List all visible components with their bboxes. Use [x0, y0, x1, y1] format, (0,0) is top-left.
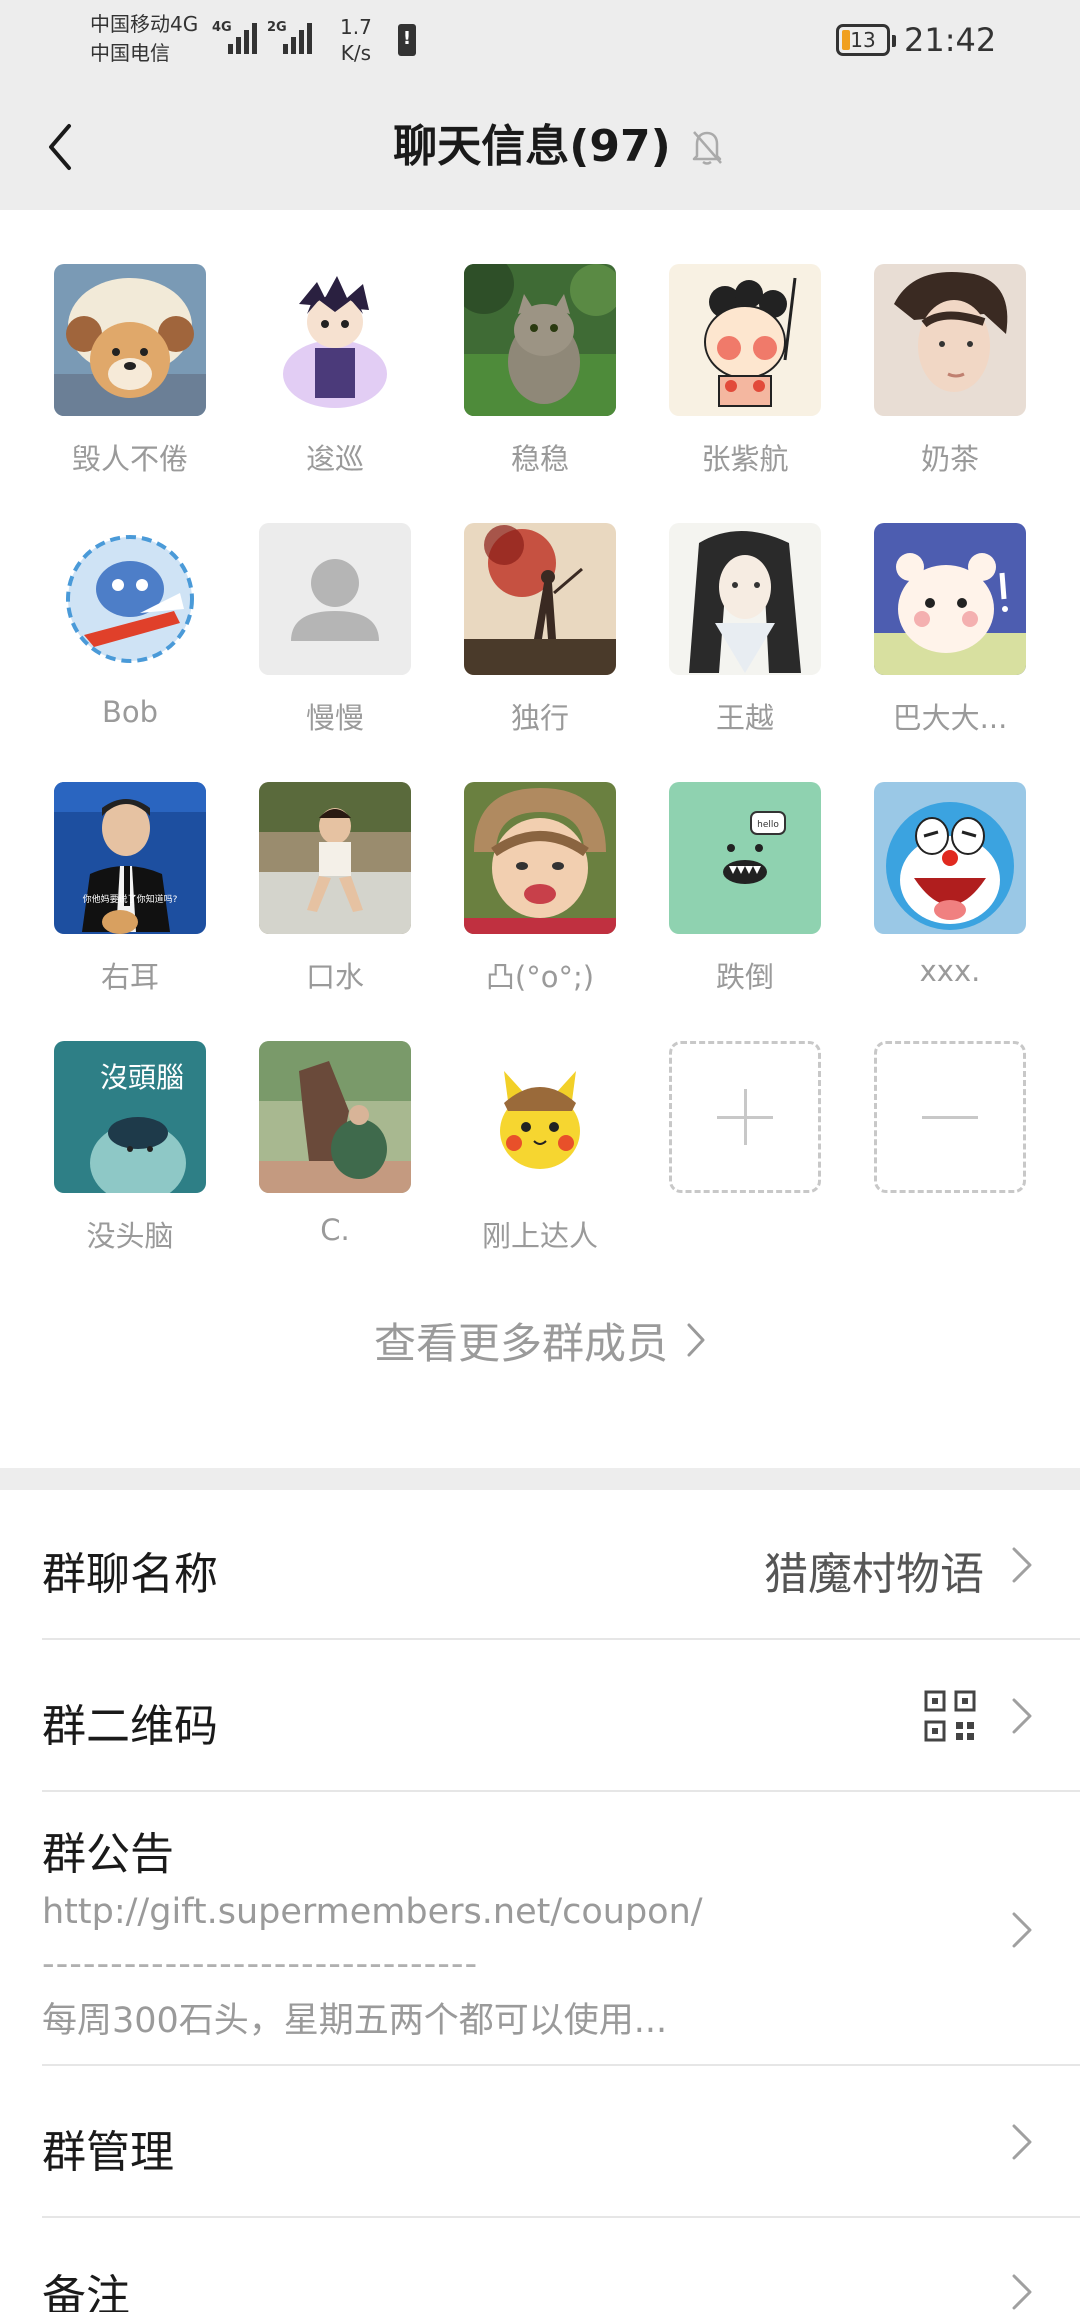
chevron-right-icon	[1012, 2124, 1032, 2160]
member-item[interactable]: 凸(°o°;)	[444, 782, 616, 1002]
avatar	[259, 782, 411, 934]
avatar: 沒頭腦	[54, 1041, 206, 1193]
avatar	[464, 782, 616, 934]
group-manage-label: 群管理	[42, 2127, 174, 2178]
member-name: C.	[320, 1213, 350, 1247]
member-name: 奶茶	[920, 442, 979, 476]
member-name: xxx.	[919, 954, 981, 988]
avatar	[874, 782, 1026, 934]
section-gap	[0, 1468, 1080, 1490]
signal-icons: 4G 2G	[212, 18, 312, 54]
avatar: 你他妈要说了你知道吗?	[54, 782, 206, 934]
member-item[interactable]: 逡巡	[239, 264, 411, 484]
remark-row[interactable]: 备注	[0, 2218, 1080, 2312]
battery-icon: 13	[836, 24, 896, 56]
member-name: 独行	[510, 701, 569, 735]
member-item[interactable]: 巴大大...	[854, 523, 1026, 743]
remark-label: 备注	[42, 2271, 130, 2312]
chevron-right-icon	[687, 1323, 705, 1357]
avatar	[54, 523, 206, 675]
group-name-row[interactable]: 群聊名称 猎魔村物语	[0, 1490, 1080, 1640]
avatar	[464, 264, 616, 416]
member-item[interactable]: 沒頭腦 没头脑	[34, 1041, 206, 1261]
carrier-2: 中国电信	[90, 41, 170, 65]
member-name: 逡巡	[305, 442, 364, 476]
member-name: 巴大大...	[892, 701, 1008, 735]
carrier-1: 中国移动4G	[90, 12, 199, 36]
chevron-right-icon	[1012, 1547, 1032, 1583]
group-manage-row[interactable]: 群管理	[0, 2066, 1080, 2218]
avatar	[259, 523, 411, 675]
member-name: 右耳	[100, 960, 159, 994]
group-name-value: 猎魔村物语	[764, 1549, 984, 1600]
avatar	[259, 1041, 411, 1193]
add-member-button[interactable]	[669, 1041, 821, 1193]
member-item[interactable]: 口水	[239, 782, 411, 1002]
signal-strength-icon: 4G	[212, 18, 257, 54]
view-more-members-link[interactable]: 查看更多群成员	[0, 1310, 1080, 1370]
signal-strength-icon: 2G	[267, 18, 312, 54]
page-title: 聊天信息(97)	[393, 121, 671, 172]
member-name: 凸(°o°;)	[485, 960, 595, 994]
member-name: 张紫航	[701, 442, 789, 476]
battery-level: 13	[850, 28, 876, 52]
group-name-label: 群聊名称	[42, 1549, 218, 1600]
avatar	[464, 523, 616, 675]
member-item[interactable]: 刚上达人	[444, 1041, 616, 1261]
member-name: 跌倒	[715, 960, 774, 994]
title-bar: 聊天信息(97)	[0, 84, 1080, 210]
avatar-book-title: 沒頭腦	[100, 1061, 184, 1094]
member-item[interactable]: hello 跌倒	[649, 782, 821, 1002]
member-item[interactable]: 张紫航	[649, 264, 821, 484]
group-qr-label: 群二维码	[42, 1701, 218, 1752]
group-qr-row[interactable]: 群二维码	[0, 1640, 1080, 1792]
member-item[interactable]: 慢慢	[239, 523, 411, 743]
chevron-right-icon	[1012, 1912, 1032, 1948]
view-more-members-label: 查看更多群成员	[373, 1318, 668, 1368]
member-item[interactable]: 你他妈要说了你知道吗? 右耳	[34, 782, 206, 1002]
member-item[interactable]: 稳稳	[444, 264, 616, 484]
avatar	[464, 1041, 616, 1193]
group-notice-row[interactable]: 群公告 http://gift.supermembers.net/coupon/…	[0, 1792, 1080, 2066]
member-item[interactable]: 毁人不倦	[34, 264, 206, 484]
group-notice-separator: --------------------------------	[42, 1944, 479, 1984]
avatar	[669, 264, 821, 416]
meme-caption: 你他妈要说了你知道吗?	[83, 893, 178, 905]
carrier-info: 中国移动4G 中国电信	[90, 10, 198, 68]
chevron-right-icon	[1012, 1698, 1032, 1734]
avatar	[669, 523, 821, 675]
group-notice-label: 群公告	[42, 1829, 174, 1880]
network-speed: 1.7 K/s	[340, 15, 372, 65]
member-item[interactable]: 王越	[649, 523, 821, 743]
group-notice-url: http://gift.supermembers.net/coupon/	[42, 1892, 703, 1932]
bell-off-icon	[687, 127, 727, 167]
remove-member-button[interactable]	[874, 1041, 1026, 1193]
clock: 21:42	[904, 21, 997, 59]
member-name: 刚上达人	[481, 1219, 598, 1253]
avatar: hello	[669, 782, 821, 934]
member-name: Bob	[101, 695, 159, 729]
avatar	[259, 264, 411, 416]
member-name: 慢慢	[305, 701, 364, 735]
member-name: 稳稳	[510, 442, 569, 476]
member-grid: 毁人不倦 逡巡 稳稳 张紫航 奶茶 Bob 慢慢 独行 王越 巴大大... 你他…	[0, 210, 1080, 1468]
member-name: 口水	[305, 960, 364, 994]
bubble-text: hello	[757, 820, 779, 830]
member-name: 没头脑	[86, 1219, 174, 1253]
member-item[interactable]: xxx.	[854, 782, 1026, 1002]
member-name: 王越	[715, 701, 774, 735]
group-notice-text: 每周300石头，星期五两个都可以使用...	[42, 2001, 668, 2041]
avatar	[874, 523, 1026, 675]
member-item[interactable]: Bob	[34, 523, 206, 743]
member-item[interactable]: C.	[239, 1041, 411, 1261]
member-item[interactable]: 独行	[444, 523, 616, 743]
avatar	[54, 264, 206, 416]
alert-icon	[398, 24, 416, 56]
member-item[interactable]: 奶茶	[854, 264, 1026, 484]
chevron-right-icon	[1012, 2274, 1032, 2310]
avatar	[874, 264, 1026, 416]
status-bar: 中国移动4G 中国电信 4G 2G 1.7 K/s 13 21:42	[0, 0, 1080, 84]
qr-code-icon	[924, 1690, 976, 1742]
member-name: 毁人不倦	[71, 442, 188, 476]
